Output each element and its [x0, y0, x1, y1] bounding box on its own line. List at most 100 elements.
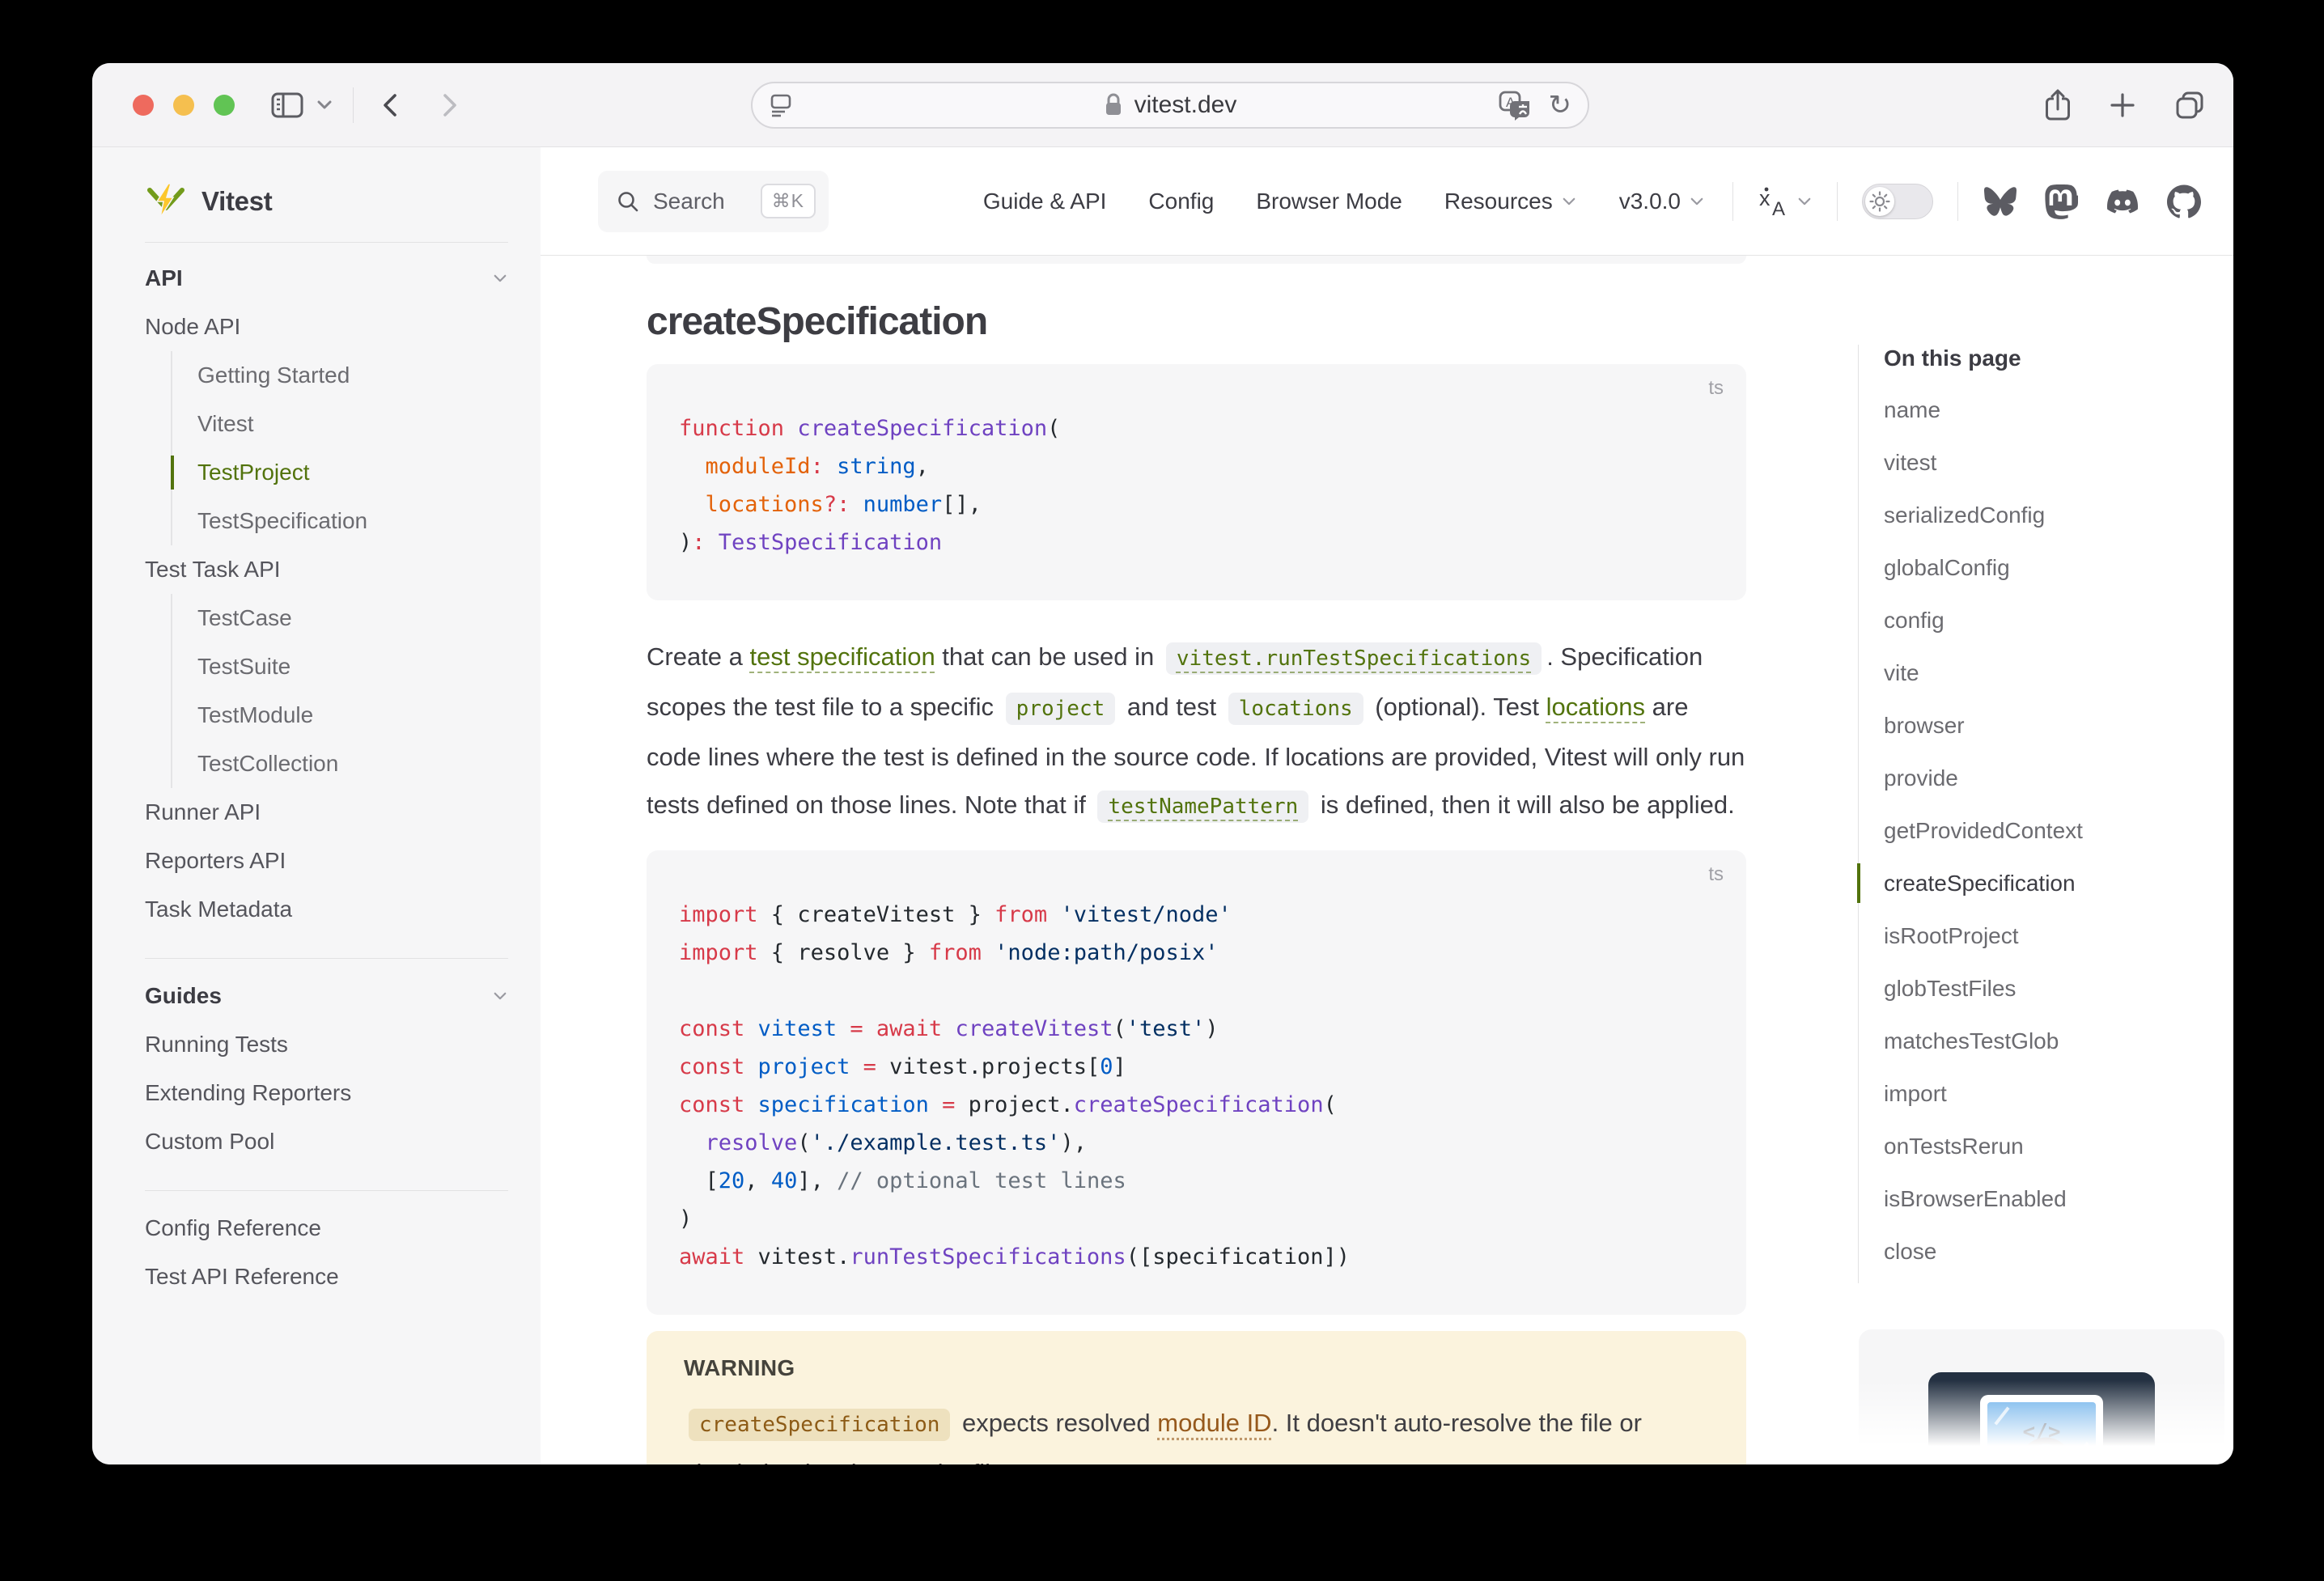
- toc-item-createspecification[interactable]: createSpecification: [1884, 857, 2233, 909]
- toc-item-close[interactable]: close: [1884, 1225, 2233, 1278]
- sidebar-toggle-icon[interactable]: [270, 91, 304, 120]
- sponsor-card[interactable]: </>: [1859, 1329, 2224, 1464]
- on-this-page: On this page namevitestserializedConfigg…: [1857, 256, 2233, 1464]
- sidebar-item-runner-api[interactable]: Runner API: [145, 788, 508, 837]
- toc-item-matchestestglob[interactable]: matchesTestGlob: [1884, 1015, 2233, 1067]
- toolbar-chevron-down-icon[interactable]: [316, 99, 333, 112]
- toc-item-isrootproject[interactable]: isRootProject: [1884, 909, 2233, 962]
- sidebar-item-testcase[interactable]: TestCase: [197, 594, 508, 642]
- toc-item-name[interactable]: name: [1884, 384, 2233, 436]
- nav-label: Guide & API: [983, 189, 1107, 214]
- nav-label: v3.0.0: [1619, 189, 1681, 214]
- inline-code: project: [1006, 693, 1116, 725]
- toc-item-provide[interactable]: provide: [1884, 752, 2233, 804]
- tab-overview-icon[interactable]: [2173, 89, 2206, 121]
- sidebar-section-api[interactable]: API: [145, 254, 508, 303]
- url-text: vitest.dev: [1134, 91, 1237, 119]
- sidebar-item-testsuite[interactable]: TestSuite: [197, 642, 508, 691]
- reload-icon[interactable]: ↻: [1549, 91, 1572, 119]
- code-lines: import { createVitest } from 'vitest/nod…: [679, 896, 1714, 1276]
- sidebar-section-guides[interactable]: Guides: [145, 972, 508, 1020]
- code-block-example: ts import { createVitest } from 'vitest/…: [647, 850, 1746, 1315]
- sidebar-item-test-task-api[interactable]: Test Task API: [145, 545, 508, 594]
- doc-link-locations[interactable]: locations: [1546, 693, 1645, 721]
- toc-item-serializedconfig[interactable]: serializedConfig: [1884, 489, 2233, 541]
- chevron-down-icon: [1796, 193, 1813, 210]
- sidebar-item-vitest[interactable]: Vitest: [197, 400, 508, 448]
- site-header: Search ⌘K Guide & API Config Browser Mode R…: [541, 147, 2233, 256]
- toc-item-browser[interactable]: browser: [1884, 699, 2233, 752]
- toc-list: namevitestserializedConfigglobalConfigco…: [1884, 384, 2233, 1278]
- toc-item-globtestfiles[interactable]: globTestFiles: [1884, 962, 2233, 1015]
- site-logo[interactable]: Vitest: [145, 161, 508, 242]
- sidebar-item-custom-pool[interactable]: Custom Pool: [145, 1117, 508, 1166]
- nav-label: Resources: [1444, 189, 1553, 214]
- toc-item-isbrowserenabled[interactable]: isBrowserEnabled: [1884, 1172, 2233, 1225]
- header-divider: [1837, 182, 1838, 221]
- doc-code-link-vitest-runtestspecifications[interactable]: vitest.runTestSpecifications: [1161, 642, 1546, 671]
- toolbar-divider: [353, 87, 354, 123]
- translate-icon[interactable]: A: [1497, 90, 1533, 121]
- language-menu[interactable]: xA: [1758, 184, 1813, 218]
- discord-icon[interactable]: [2104, 186, 2141, 217]
- toc-item-vitest[interactable]: vitest: [1884, 436, 2233, 489]
- sidebar-nav: APINode APIGetting StartedVitestTestProj…: [145, 243, 508, 1301]
- sun-icon: [1869, 191, 1890, 212]
- doc-link-test-specification[interactable]: test specification: [750, 642, 935, 671]
- search-button[interactable]: Search ⌘K: [598, 171, 829, 232]
- main-nav: Guide & API Config Browser Mode Resources v3…: [983, 189, 1705, 214]
- sidebar-item-test-api-reference[interactable]: Test API Reference: [145, 1253, 508, 1301]
- back-icon[interactable]: [380, 91, 401, 120]
- sidebar-item-config-reference[interactable]: Config Reference: [145, 1204, 508, 1253]
- sidebar-item-testproject[interactable]: TestProject: [197, 448, 508, 497]
- theme-toggle[interactable]: [1862, 184, 1933, 219]
- toc-item-ontestsrerun[interactable]: onTestsRerun: [1884, 1120, 2233, 1172]
- code-lang-badge: ts: [1708, 377, 1724, 400]
- toc-item-config[interactable]: config: [1884, 594, 2233, 646]
- code-lang-badge: ts: [1708, 863, 1724, 886]
- doc-link-module-id[interactable]: module ID: [1157, 1409, 1271, 1437]
- sidebar-item-testspecification[interactable]: TestSpecification: [197, 497, 508, 545]
- toc-item-globalconfig[interactable]: globalConfig: [1884, 541, 2233, 594]
- close-window-button[interactable]: [133, 95, 154, 116]
- share-icon[interactable]: [2044, 88, 2072, 122]
- sidebar-item-running-tests[interactable]: Running Tests: [145, 1020, 508, 1069]
- nav-item-browser-mode[interactable]: Browser Mode: [1256, 189, 1402, 214]
- sidebar-item-node-api[interactable]: Node API: [145, 303, 508, 351]
- doc-code-link-testnamepattern[interactable]: testNamePattern: [1092, 790, 1313, 819]
- nav-item-v3-0-0[interactable]: v3.0.0: [1619, 189, 1705, 214]
- vitest-logo-icon: [145, 182, 187, 221]
- header-tools: xA: [1732, 182, 2201, 221]
- toc-item-import[interactable]: import: [1884, 1067, 2233, 1120]
- sidebar-item-task-metadata[interactable]: Task Metadata: [145, 885, 508, 934]
- sidebar-divider: [145, 958, 508, 959]
- toc-item-vite[interactable]: vite: [1884, 646, 2233, 699]
- chevron-down-icon: [1689, 193, 1705, 210]
- sidebar-item-getting-started[interactable]: Getting Started: [197, 351, 508, 400]
- zoom-window-button[interactable]: [214, 95, 235, 116]
- sidebar-item-reporters-api[interactable]: Reporters API: [145, 837, 508, 885]
- toc-title: On this page: [1884, 340, 2233, 377]
- header-divider: [1732, 182, 1733, 221]
- header-divider: [1957, 182, 1958, 221]
- address-bar[interactable]: vitest.dev A ↻: [751, 82, 1589, 129]
- search-shortcut: ⌘K: [761, 184, 816, 218]
- chevron-down-icon: [1561, 193, 1577, 210]
- toc-item-getprovidedcontext[interactable]: getProvidedContext: [1884, 804, 2233, 857]
- sidebar-item-extending-reporters[interactable]: Extending Reporters: [145, 1069, 508, 1117]
- inline-code: createSpecification: [689, 1409, 950, 1441]
- sidebar-item-testmodule[interactable]: TestModule: [197, 691, 508, 740]
- nav-item-resources[interactable]: Resources: [1444, 189, 1577, 214]
- mastodon-icon[interactable]: [2044, 184, 2078, 219]
- sidebar-item-testcollection[interactable]: TestCollection: [197, 740, 508, 788]
- nav-item-guide-api[interactable]: Guide & API: [983, 189, 1107, 214]
- doc-paragraph: Create a test specification that can be …: [647, 633, 1746, 831]
- nav-item-config[interactable]: Config: [1148, 189, 1214, 214]
- traffic-lights: [133, 95, 235, 116]
- bluesky-icon[interactable]: [1983, 185, 2018, 218]
- github-icon[interactable]: [2167, 184, 2201, 218]
- new-tab-icon[interactable]: [2109, 91, 2136, 119]
- forward-icon[interactable]: [439, 91, 460, 120]
- warning-block: WARNING createSpecification expects reso…: [647, 1331, 1746, 1464]
- minimize-window-button[interactable]: [173, 95, 194, 116]
